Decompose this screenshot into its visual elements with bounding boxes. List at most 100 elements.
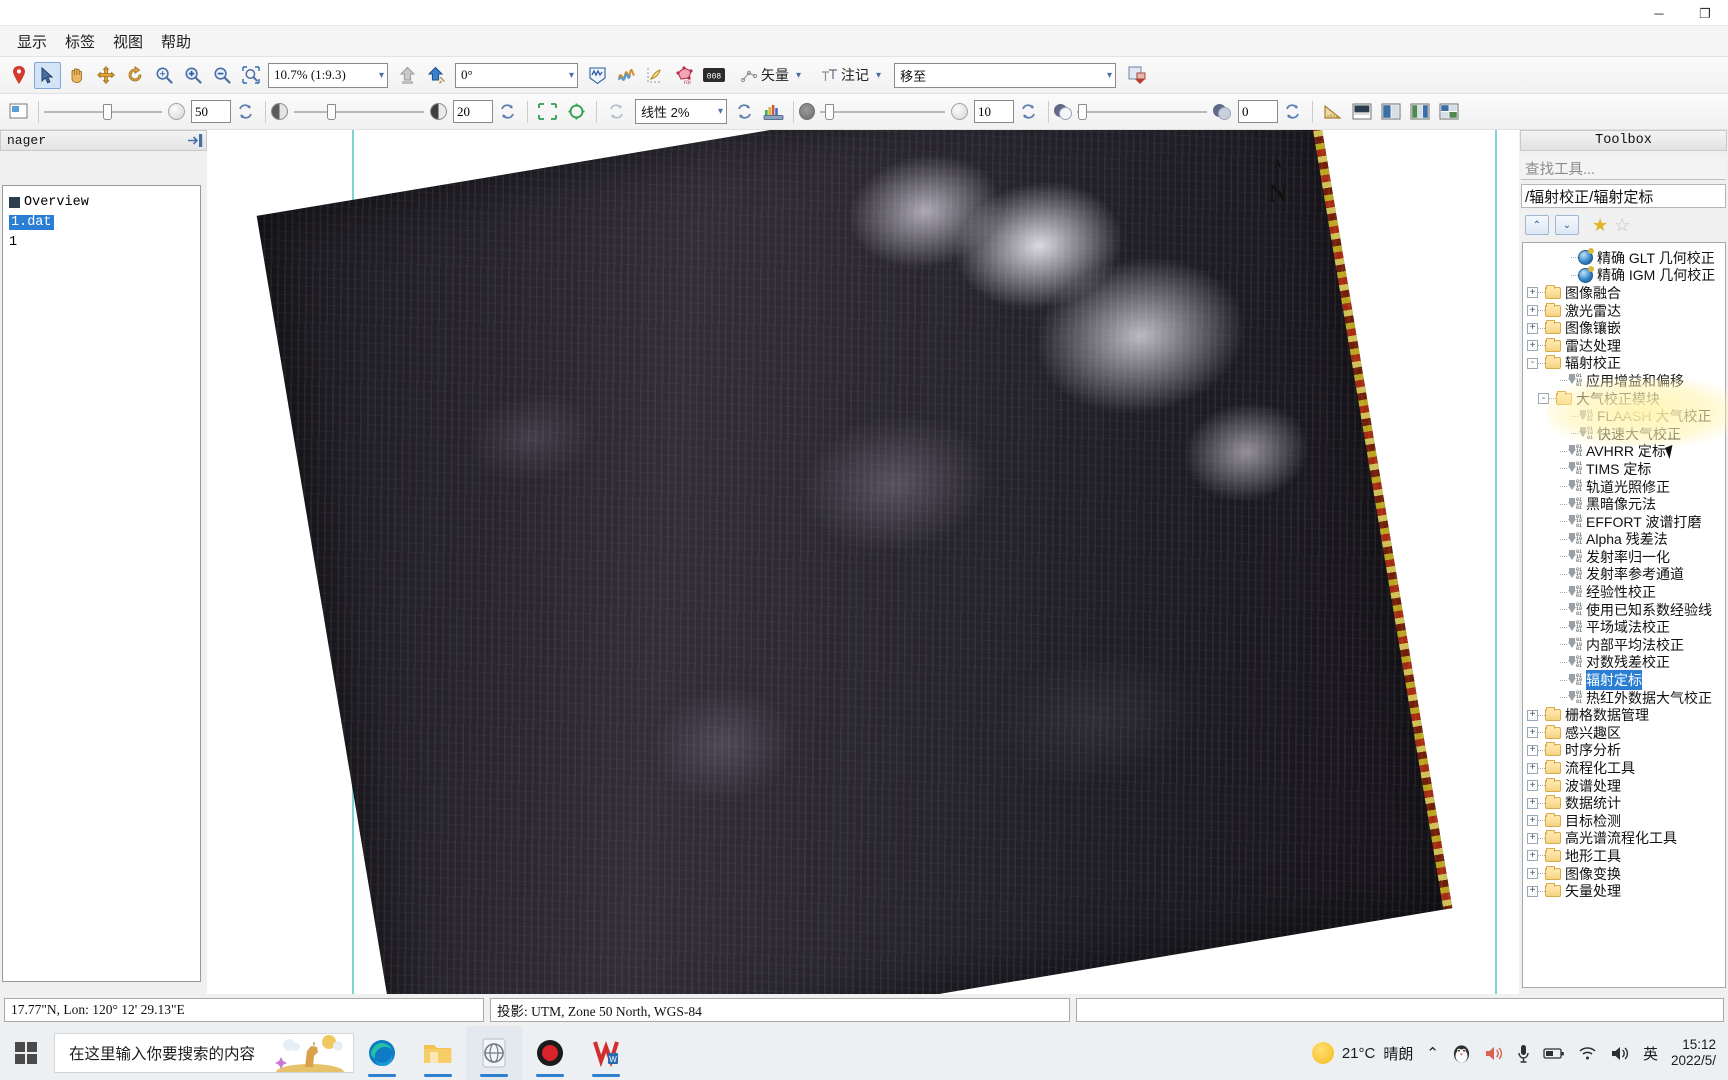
tool-emissivity-normalization[interactable]: 01 10 01 发射率归一化 bbox=[1525, 548, 1725, 566]
expand-icon[interactable]: + bbox=[1527, 780, 1538, 792]
microphone-icon[interactable] bbox=[1517, 1044, 1530, 1063]
layer-tree[interactable]: Overview 1.dat 1 bbox=[2, 185, 201, 982]
folder-workflow-tools[interactable]: + 流程化工具 bbox=[1525, 759, 1725, 777]
sharpen-value[interactable]: 10 bbox=[974, 100, 1014, 123]
reset-sharpen-icon[interactable] bbox=[1015, 98, 1042, 125]
zoom-out-layer-icon[interactable] bbox=[394, 62, 421, 89]
portal-icon[interactable] bbox=[5, 98, 32, 125]
pin-icon[interactable] bbox=[5, 62, 32, 89]
favorite-empty-icon[interactable]: ☆ bbox=[1614, 216, 1630, 234]
taskbar-search-input[interactable]: 在这里输入你要搜索的内容 bbox=[54, 1033, 354, 1073]
tool-tims-calibration[interactable]: 01 10 01 TIMS 定标 bbox=[1525, 460, 1725, 478]
tool-empirical-known-coeff[interactable]: 01 10 01 使用已知系数经验线 bbox=[1525, 601, 1725, 619]
pin-panel-icon[interactable] bbox=[187, 133, 204, 148]
reset-transparency-icon[interactable] bbox=[232, 98, 259, 125]
taskbar-file-explorer[interactable] bbox=[410, 1026, 466, 1080]
image-view[interactable]: N bbox=[207, 130, 1519, 994]
folder-statistics[interactable]: + 数据统计 bbox=[1525, 794, 1725, 812]
start-button[interactable] bbox=[0, 1026, 52, 1080]
folder-time-series[interactable]: + 时序分析 bbox=[1525, 742, 1725, 760]
expand-icon[interactable]: + bbox=[1527, 885, 1538, 897]
ime-indicator[interactable]: 英 bbox=[1643, 1043, 1658, 1064]
stretch-type-combo[interactable]: 线性 2% ▾ bbox=[635, 99, 727, 124]
volume-icon[interactable] bbox=[1484, 1045, 1504, 1062]
three-view-icon[interactable] bbox=[1406, 98, 1433, 125]
tool-flaash[interactable]: 01 10 01 FLAASH 大气校正 bbox=[1525, 407, 1725, 425]
nav-down-button[interactable]: ⌄ bbox=[1555, 215, 1579, 235]
tray-expand-chevron-icon[interactable]: ⌃ bbox=[1426, 1044, 1439, 1062]
annotation-menu-button[interactable]: 注记 ▾ bbox=[816, 62, 886, 88]
expand-icon[interactable]: + bbox=[1527, 797, 1538, 809]
layer-overview[interactable]: Overview bbox=[7, 192, 196, 212]
layer-1[interactable]: 1 bbox=[7, 232, 196, 252]
battery-icon[interactable] bbox=[1543, 1047, 1565, 1060]
stretch-full-scene-icon[interactable] bbox=[534, 98, 561, 125]
tool-avhrr-calibration[interactable]: 01 10 01 AVHRR 定标 bbox=[1525, 443, 1725, 461]
measure-icon[interactable] bbox=[1319, 98, 1346, 125]
rotate-icon[interactable] bbox=[121, 62, 148, 89]
roi-cursor-icon[interactable] bbox=[642, 62, 669, 89]
reset-blend-icon[interactable] bbox=[1279, 98, 1306, 125]
menu-help[interactable]: 帮助 bbox=[152, 28, 200, 55]
layer-1-dat[interactable]: 1.dat bbox=[7, 212, 196, 232]
pixel-value-icon[interactable]: 008 bbox=[700, 62, 727, 89]
sharpen-slider[interactable] bbox=[820, 103, 945, 120]
folder-image-transform[interactable]: + 图像变换 bbox=[1525, 865, 1725, 883]
tool-apply-gain-offset[interactable]: 01 10 01 应用增益和偏移 bbox=[1525, 372, 1725, 390]
tool-internal-average[interactable]: 01 10 01 内部平均法校正 bbox=[1525, 636, 1725, 654]
expand-icon[interactable]: + bbox=[1527, 340, 1538, 352]
grid-view-icon[interactable] bbox=[1435, 98, 1462, 125]
spectrum-profile-icon[interactable] bbox=[584, 62, 611, 89]
expand-icon[interactable]: + bbox=[1527, 815, 1538, 827]
folder-lidar[interactable]: + 激光雷达 bbox=[1525, 302, 1725, 320]
collapse-icon[interactable]: - bbox=[1538, 393, 1549, 405]
vector-menu-button[interactable]: 矢量 ▾ bbox=[736, 62, 806, 88]
crosshair-link-icon[interactable] bbox=[1348, 98, 1375, 125]
tool-dark-subtract[interactable]: 01 10 01 黑暗像元法 bbox=[1525, 495, 1725, 513]
transparency-slider[interactable] bbox=[44, 103, 162, 120]
move-icon[interactable] bbox=[92, 62, 119, 89]
expand-icon[interactable]: + bbox=[1527, 287, 1538, 299]
reset-stretch-icon[interactable] bbox=[731, 98, 758, 125]
zoom-fit-icon[interactable] bbox=[150, 62, 177, 89]
brightness-value[interactable]: 20 bbox=[453, 100, 493, 123]
expand-icon[interactable]: + bbox=[1527, 744, 1538, 756]
blend-slider[interactable] bbox=[1077, 103, 1207, 120]
zoom-level-combo[interactable]: 10.7% (1:9.3) ▾ bbox=[268, 62, 388, 88]
roi-tool-icon[interactable]: roi bbox=[671, 62, 698, 89]
folder-radiometric-correction[interactable]: - 辐射校正 bbox=[1525, 355, 1725, 373]
folder-roi[interactable]: + 感兴趣区 bbox=[1525, 724, 1725, 742]
folder-terrain-tools[interactable]: + 地形工具 bbox=[1525, 847, 1725, 865]
zoom-region-icon[interactable] bbox=[237, 62, 264, 89]
taskbar-recorder[interactable] bbox=[522, 1026, 578, 1080]
zoom-out-icon[interactable] bbox=[208, 62, 235, 89]
pan-hand-icon[interactable] bbox=[63, 62, 90, 89]
expand-icon[interactable]: + bbox=[1527, 727, 1538, 739]
folder-vector-processing[interactable]: + 矢量处理 bbox=[1525, 882, 1725, 900]
folder-raster-management[interactable]: + 栅格数据管理 bbox=[1525, 706, 1725, 724]
tool-flat-field[interactable]: 01 10 01 平场域法校正 bbox=[1525, 618, 1725, 636]
toolbox-search-input[interactable]: 查找工具... bbox=[1521, 157, 1726, 180]
tool-empirical-line[interactable]: 01 10 01 经验性校正 bbox=[1525, 583, 1725, 601]
speaker-icon[interactable] bbox=[1610, 1045, 1630, 1062]
goto-locate-icon[interactable] bbox=[1124, 62, 1151, 89]
folder-spectral-processing[interactable]: + 波谱处理 bbox=[1525, 777, 1725, 795]
expand-icon[interactable]: + bbox=[1527, 868, 1538, 880]
tool-alpha-residuals[interactable]: 01 10 01 Alpha 残差法 bbox=[1525, 531, 1725, 549]
nav-up-button[interactable]: ⌃ bbox=[1525, 215, 1549, 235]
toolbox-tree[interactable]: 精确 GLT 几何校正 精确 IGM 几何校正 + 图像融合 + 激光雷达 + 图像镶嵌 + 雷达… bbox=[1522, 242, 1726, 988]
menu-labels[interactable]: 标签 bbox=[56, 28, 104, 55]
tool-effort-polishing[interactable]: 01 10 01 EFFORT 波谱打磨 bbox=[1525, 513, 1725, 531]
qq-icon[interactable] bbox=[1452, 1043, 1471, 1064]
expand-icon[interactable]: + bbox=[1527, 305, 1538, 317]
expand-icon[interactable]: + bbox=[1527, 832, 1538, 844]
zoom-to-layer-icon[interactable] bbox=[423, 62, 450, 89]
folder-radar[interactable]: + 雷达处理 bbox=[1525, 337, 1725, 355]
tool-quick-atmospheric[interactable]: 01 10 01 快速大气校正 bbox=[1525, 425, 1725, 443]
taskbar-wps[interactable]: W bbox=[578, 1026, 634, 1080]
expand-icon[interactable]: + bbox=[1527, 322, 1538, 334]
wifi-icon[interactable] bbox=[1578, 1046, 1597, 1061]
select-arrow-icon[interactable] bbox=[34, 61, 61, 89]
tool-reference-channel-emissivity[interactable]: 01 10 01 发射率参考通道 bbox=[1525, 566, 1725, 584]
rotation-combo[interactable]: 0° ▾ bbox=[455, 62, 578, 88]
